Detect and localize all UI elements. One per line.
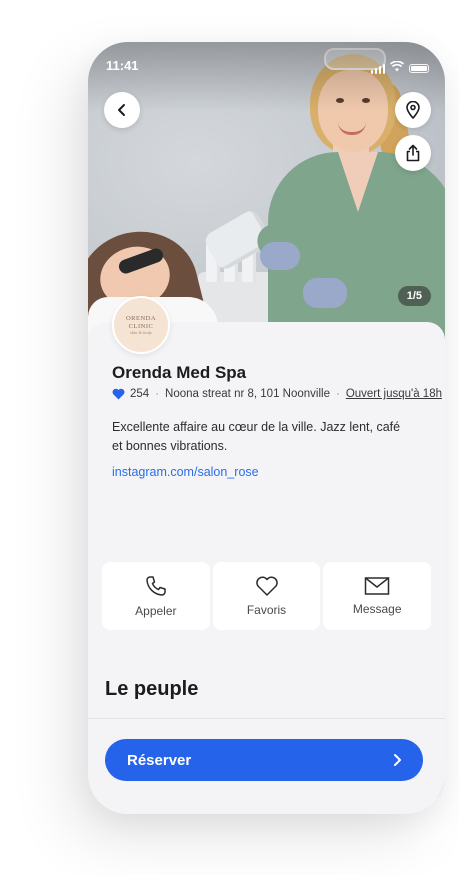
people-section-title: Le peuple — [105, 678, 199, 700]
business-name: Orenda Med Spa — [112, 363, 247, 382]
call-button[interactable]: Appeler — [102, 562, 210, 630]
signal-icon — [370, 63, 385, 74]
likes-count: 254 — [130, 388, 150, 400]
chevron-left-icon — [118, 104, 125, 116]
chevron-right-icon — [394, 754, 401, 766]
business-logo: ORENDA CLINIC skin & body — [112, 296, 170, 354]
photo-counter: 1/5 — [397, 286, 431, 306]
status-time: 11:41 — [106, 58, 139, 73]
separator-dot: · — [335, 388, 340, 400]
status-icons — [370, 59, 429, 77]
favorite-button[interactable]: Favoris — [212, 562, 321, 630]
back-button[interactable] — [104, 92, 140, 128]
business-address: Noona streat nr 8, 101 Noonville — [165, 388, 330, 400]
favorite-label: Favoris — [246, 603, 287, 617]
business-description: Excellente affaire au cœur de la ville. … — [112, 420, 401, 453]
hero-top-gradient — [88, 42, 445, 112]
message-button[interactable]: Message — [323, 562, 432, 630]
hero-nurse-glove — [303, 278, 347, 308]
location-button[interactable] — [395, 92, 431, 128]
hero-nurse-glove — [260, 242, 300, 270]
map-pin-icon — [406, 101, 420, 119]
business-meta: 254 · Noona streat nr 8, 101 Noonville ·… — [112, 388, 442, 400]
phone-frame: 11:41 1/5 ORENDA CLINIC skin & body Oren… — [88, 42, 445, 814]
share-icon — [406, 144, 420, 162]
battery-icon — [409, 63, 429, 73]
mail-icon — [364, 577, 390, 595]
message-label: Message — [352, 602, 402, 616]
phone-icon — [146, 576, 166, 596]
separator-dot: · — [155, 388, 160, 400]
instagram-link[interactable]: instagram.com/salon_rose — [112, 465, 259, 479]
logo-text: CLINIC — [128, 322, 154, 330]
logo-text: ORENDA — [125, 314, 157, 322]
wifi-icon — [389, 59, 405, 77]
bottom-bar: Réserver — [88, 718, 445, 814]
reserve-label: Réserver — [127, 751, 192, 769]
call-label: Appeler — [135, 604, 177, 618]
action-buttons: Appeler Favoris Message — [102, 562, 432, 630]
opening-hours-link[interactable]: Ouvert jusqu'à 18h — [346, 388, 442, 400]
heart-icon — [255, 576, 278, 596]
heart-filled-icon — [112, 388, 125, 400]
reserve-button[interactable]: Réserver — [105, 739, 423, 781]
logo-tagline: skin & body — [130, 330, 152, 336]
share-button[interactable] — [395, 135, 431, 171]
